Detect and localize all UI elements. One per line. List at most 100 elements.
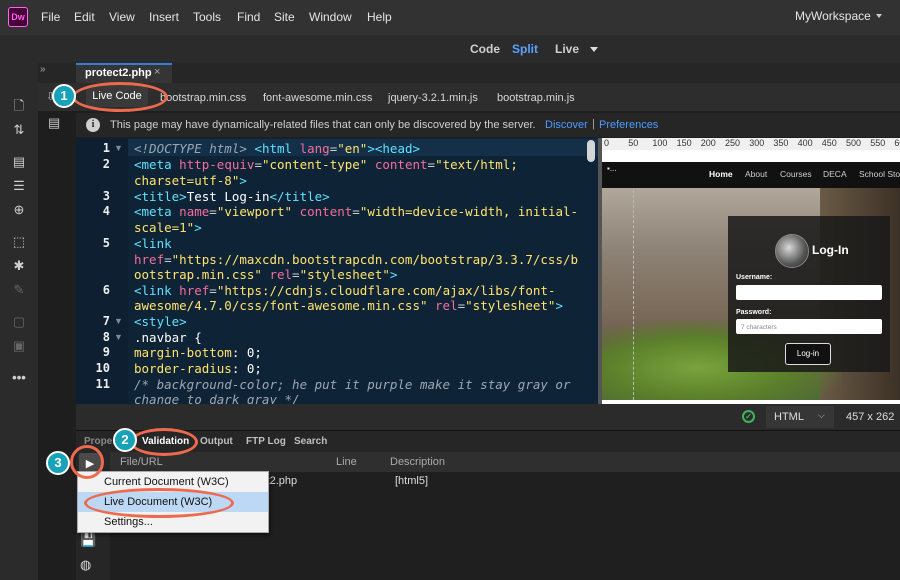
line-number: 4 xyxy=(102,204,110,218)
code-navigator-icon[interactable]: ▤ xyxy=(48,115,60,131)
info-icon: i xyxy=(86,118,100,132)
menu-help[interactable]: Help xyxy=(367,10,392,24)
wand-icon[interactable]: ✱ xyxy=(10,258,28,274)
target-icon[interactable]: ⊕ xyxy=(10,202,28,218)
list-icon[interactable]: ☰ xyxy=(10,178,28,194)
code-line[interactable]: <meta name="viewport" content="width=dev… xyxy=(134,204,578,219)
preview-login-title: Log-In xyxy=(812,243,849,257)
collapse-icon[interactable]: » xyxy=(40,64,46,75)
callout-ring-2 xyxy=(130,428,198,456)
code-line[interactable]: ootstrap.min.css" rel="stylesheet"> xyxy=(134,267,397,282)
line-number: 8 xyxy=(102,330,110,344)
info-message: This page may have dynamically-related f… xyxy=(110,119,536,131)
ruler-tick-label: 550 xyxy=(870,138,886,148)
sort-icon[interactable]: ⇅ xyxy=(10,122,28,138)
menu-tools[interactable]: Tools xyxy=(193,10,221,24)
window-size[interactable]: 457 x 262 xyxy=(846,411,894,423)
preview-nav-deca[interactable]: DECA xyxy=(823,169,847,179)
check-icon: ✓ xyxy=(742,410,755,423)
editor-scrollbar[interactable] xyxy=(587,140,595,162)
code-line[interactable]: <link href="https://cdnjs.cloudflare.com… xyxy=(134,283,555,298)
code-line[interactable]: .navbar { xyxy=(134,330,202,345)
preview-nav-home[interactable]: Home xyxy=(709,169,733,179)
chevron-down-icon[interactable] xyxy=(876,14,882,18)
preview-nav-about[interactable]: About xyxy=(745,169,767,179)
preview-login-button[interactable]: Log-in xyxy=(785,343,831,365)
menu-file[interactable]: File xyxy=(41,10,60,24)
preview-username-input[interactable] xyxy=(736,285,882,300)
line-number: 5 xyxy=(102,236,110,250)
discover-link[interactable]: Discover xyxy=(545,119,588,131)
code-line[interactable]: <title>Test Log-in</title> xyxy=(134,189,330,204)
result-description[interactable]: [html5] xyxy=(395,475,428,487)
line-number: 11 xyxy=(95,377,110,391)
chevron-down-icon[interactable]: ⌵ xyxy=(818,410,825,421)
tab-output[interactable]: Output xyxy=(200,436,233,447)
menu-view[interactable]: View xyxy=(109,10,135,24)
document-tab-label[interactable]: protect2.php xyxy=(85,67,152,79)
code-line[interactable]: border-radius: 0; xyxy=(134,361,262,376)
file-icon[interactable]: 🗋 xyxy=(10,98,28,114)
tab-ftp-log[interactable]: FTP Log xyxy=(246,436,286,447)
fold-icon[interactable]: ▼ xyxy=(114,316,123,326)
code-line[interactable]: awesome/4.7.0/css/font-awesome.min.css" … xyxy=(134,298,563,313)
callout-2: 2 xyxy=(113,428,137,452)
save-icon[interactable]: 💾 xyxy=(80,532,96,548)
code-line[interactable]: /* background-color; he put it purple ma… xyxy=(134,377,571,392)
fold-icon[interactable]: ▼ xyxy=(114,332,123,342)
view-code-button[interactable]: Code xyxy=(470,42,500,56)
menu-edit[interactable]: Edit xyxy=(74,10,95,24)
ruler-tick-label: 200 xyxy=(700,138,716,148)
left-toolbar xyxy=(0,35,38,580)
close-icon[interactable]: × xyxy=(154,66,160,78)
view-live-button[interactable]: Live xyxy=(555,42,579,56)
preferences-link[interactable]: Preferences xyxy=(599,119,658,131)
code-line[interactable]: <link xyxy=(134,236,172,251)
menu-insert[interactable]: Insert xyxy=(149,10,179,24)
code-line[interactable]: <style> xyxy=(134,314,187,329)
code-line[interactable]: <!DOCTYPE html> <html lang="en"><head> xyxy=(134,141,420,156)
ruler-tick-label: 500 xyxy=(846,138,862,148)
view-split-button[interactable]: Split xyxy=(512,42,538,56)
preview-username-label: Username: xyxy=(736,274,773,281)
line-number: 10 xyxy=(95,361,110,375)
more-icon[interactable]: ••• xyxy=(10,370,28,386)
inspect-icon[interactable]: ▤ xyxy=(10,154,28,170)
related-file-jquery-js[interactable]: jquery-3.2.1.min.js xyxy=(388,92,478,104)
menu-settings[interactable]: Settings... xyxy=(104,516,153,528)
chevron-down-icon[interactable] xyxy=(590,47,598,52)
globe-icon[interactable]: ◍ xyxy=(80,557,91,573)
brush-icon[interactable]: ✎ xyxy=(10,282,28,298)
related-file-bootstrap-css[interactable]: bootstrap.min.css xyxy=(160,92,246,104)
related-file-bootstrap-js[interactable]: bootstrap.min.js xyxy=(497,92,575,104)
menu-bar xyxy=(0,0,900,35)
ruler-tick-label: 600 xyxy=(894,138,900,148)
code-line[interactable]: charset=utf-8"> xyxy=(134,173,247,188)
select-icon[interactable]: ⬚ xyxy=(10,234,28,250)
callout-ring-live-document xyxy=(84,488,234,518)
code-line[interactable]: margin-bottom: 0; xyxy=(134,345,262,360)
fold-icon[interactable]: ▼ xyxy=(114,143,123,153)
column-line[interactable]: Line xyxy=(336,456,357,468)
related-file-font-awesome-css[interactable]: font-awesome.min.css xyxy=(263,92,372,104)
ruler-tick-label: 150 xyxy=(676,138,692,148)
preview-nav-courses[interactable]: Courses xyxy=(780,169,812,179)
ruler-tick-label: 400 xyxy=(797,138,813,148)
preview-nav-store[interactable]: School Store xyxy=(859,169,900,179)
column-file-url[interactable]: File/URL xyxy=(120,456,163,468)
column-description[interactable]: Description xyxy=(390,456,445,468)
results-header xyxy=(110,452,900,472)
workspace-switcher[interactable]: MyWorkspace xyxy=(795,9,871,23)
callout-ring-1 xyxy=(72,82,168,112)
menu-find[interactable]: Find xyxy=(237,10,260,24)
code-line[interactable]: scale=1"> xyxy=(134,220,202,235)
ruler-tick-label: 0 xyxy=(604,138,610,148)
menu-site[interactable]: Site xyxy=(274,10,295,24)
snippet-icon[interactable]: ▣ xyxy=(10,338,28,354)
menu-window[interactable]: Window xyxy=(309,10,352,24)
code-line[interactable]: <meta http-equiv="content-type" content=… xyxy=(134,157,518,172)
comment-icon[interactable]: ▢ xyxy=(10,314,28,330)
code-line[interactable]: href="https://maxcdn.bootstrapcdn.com/bo… xyxy=(134,252,578,267)
menu-current-document[interactable]: Current Document (W3C) xyxy=(104,476,229,488)
tab-search[interactable]: Search xyxy=(294,436,327,447)
